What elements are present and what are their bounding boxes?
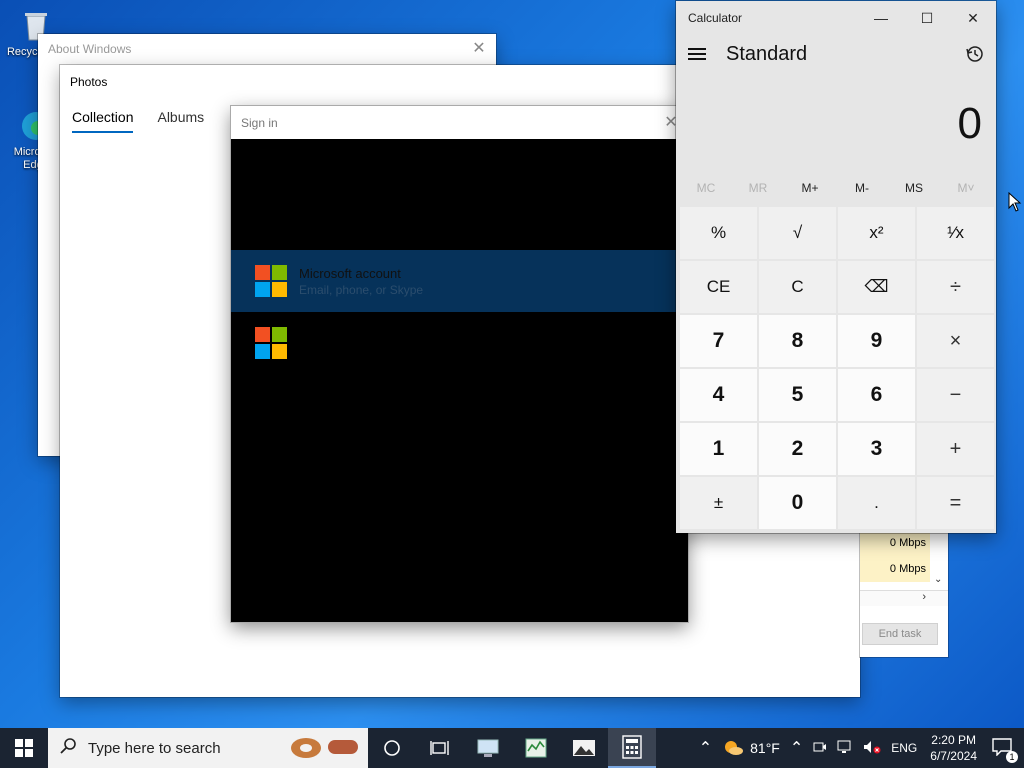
about-windows-titlebar[interactable]: About Windows: [38, 34, 496, 64]
clock[interactable]: 2:20 PM 6/7/2024: [930, 732, 977, 764]
signin-titlebar[interactable]: Sign in: [231, 106, 688, 139]
weather-widget[interactable]: 81°F: [722, 738, 780, 758]
calculator-mode-title: Standard: [726, 43, 808, 65]
digit-5-key[interactable]: 5: [759, 369, 836, 421]
chevron-right-icon[interactable]: ›: [922, 591, 926, 603]
minimize-icon[interactable]: —: [858, 5, 904, 31]
memory-button-m[interactable]: M+: [784, 181, 836, 195]
window-title: Photos: [70, 75, 108, 89]
decimal-key[interactable]: .: [838, 477, 915, 529]
network-cell: 0 Mbps: [860, 556, 930, 582]
clock-date: 6/7/2024: [930, 749, 977, 763]
memory-button-ms[interactable]: MS: [888, 181, 940, 195]
history-icon[interactable]: [964, 43, 986, 65]
window-title: About Windows: [48, 42, 132, 56]
language-indicator[interactable]: ENG: [891, 741, 917, 755]
calculator-icon: [622, 735, 642, 759]
horizontal-scrollbar[interactable]: ›: [860, 590, 948, 606]
end-task-button[interactable]: End task: [862, 623, 938, 645]
memory-button-m[interactable]: M-: [836, 181, 888, 195]
notification-center-button[interactable]: 1: [992, 737, 1018, 763]
tab-albums[interactable]: Albums: [157, 109, 204, 133]
taskbar-app-calculator[interactable]: [608, 728, 656, 768]
memory-button-mc[interactable]: MC: [680, 181, 732, 195]
network-icon[interactable]: [837, 740, 853, 757]
signin-dialog[interactable]: Sign in ✕ Microsoft account Email, phone…: [231, 106, 688, 622]
hamburger-menu-icon[interactable]: [688, 45, 706, 63]
task-view-button[interactable]: [416, 728, 464, 768]
chevron-down-icon[interactable]: ⌄: [934, 574, 942, 585]
digit-0-key[interactable]: 0: [759, 477, 836, 529]
taskbar-app-remote[interactable]: [464, 728, 512, 768]
digit-1-key[interactable]: 1: [680, 423, 757, 475]
microsoft-logo-icon: [255, 265, 287, 297]
weather-sun-icon: [725, 741, 744, 755]
taskbar-app-photos[interactable]: [560, 728, 608, 768]
digit-4-key[interactable]: 4: [680, 369, 757, 421]
digit-8-key[interactable]: 8: [759, 315, 836, 367]
clear-key[interactable]: C: [759, 261, 836, 313]
search-placeholder: Type here to search: [88, 739, 221, 757]
windows-logo-icon: [15, 739, 33, 757]
digit-3-key[interactable]: 3: [838, 423, 915, 475]
mouse-cursor-icon: [1008, 191, 1022, 217]
calculator-window[interactable]: Calculator — ☐ ✕ Standard 0 MC MR M+ M- MS M˅…: [676, 1, 996, 533]
volume-muted-icon[interactable]: [863, 740, 881, 757]
backspace-key[interactable]: ⌫: [838, 261, 915, 313]
maximize-icon[interactable]: ☐: [904, 5, 950, 31]
close-icon[interactable]: ✕: [950, 5, 996, 31]
chevron-up-icon[interactable]: ⌃: [699, 738, 712, 758]
clock-time: 2:20 PM: [931, 733, 976, 747]
percent-key[interactable]: %: [680, 207, 757, 259]
account-option-microsoft[interactable]: Microsoft account Email, phone, or Skype: [231, 250, 688, 312]
clear-entry-key[interactable]: CE: [680, 261, 757, 313]
network-cell: 0 Mbps: [860, 530, 930, 556]
calculator-display: 0: [957, 99, 982, 148]
task-manager-window[interactable]: 0 Mbps 0 Mbps ⌄ › End task: [860, 530, 948, 657]
remote-desktop-icon: [477, 739, 499, 757]
reciprocal-key[interactable]: ¹⁄x: [917, 207, 994, 259]
cortana-button[interactable]: [368, 728, 416, 768]
square-key[interactable]: x²: [838, 207, 915, 259]
close-icon[interactable]: ✕: [470, 40, 488, 58]
photos-icon: [573, 740, 595, 756]
cortana-icon: [384, 740, 400, 756]
digit-7-key[interactable]: 7: [680, 315, 757, 367]
taskbar-app-taskmgr[interactable]: [512, 728, 560, 768]
weather-temp: 81°F: [750, 740, 780, 756]
task-view-icon: [430, 741, 449, 755]
tab-collection[interactable]: Collection: [72, 109, 134, 133]
digit-2-key[interactable]: 2: [759, 423, 836, 475]
show-hidden-icons-icon[interactable]: ⌃: [790, 738, 803, 758]
subtract-key[interactable]: −: [917, 369, 994, 421]
memory-button-m[interactable]: M˅: [940, 181, 992, 195]
keypad: % √ x² ¹⁄x CE C ⌫ ÷ 7 8 9 × 4 5 6− 1 2 3 + ±0. =: [680, 207, 994, 529]
window-title: Calculator: [688, 11, 743, 25]
account-detail: Email, phone, or Skype: [299, 282, 424, 297]
memory-row: MC MR M+ M- MS M˅: [680, 181, 992, 195]
search-highlight-icon: [290, 736, 360, 764]
search-icon: [60, 737, 78, 759]
notification-count-badge: 1: [1006, 750, 1018, 763]
equals-key[interactable]: =: [917, 477, 994, 529]
multiply-key[interactable]: ×: [917, 315, 994, 367]
digit-6-key[interactable]: 6: [838, 369, 915, 421]
memory-button-mr[interactable]: MR: [732, 181, 784, 195]
system-tray: ⌃ 81°F ⌃ ENG 2:20 PM 6/7/2024 1: [694, 728, 1024, 768]
task-manager-icon: [525, 738, 547, 758]
account-option-2[interactable]: [231, 312, 688, 374]
webcam-icon[interactable]: [813, 740, 827, 757]
divide-key[interactable]: ÷: [917, 261, 994, 313]
taskbar-search-box[interactable]: Type here to search: [48, 728, 368, 768]
negate-key[interactable]: ±: [680, 477, 757, 529]
taskbar: Type here to search ⌃ 81°F ⌃ ENG 2:20 PM…: [0, 728, 1024, 768]
microsoft-logo-icon: [255, 327, 287, 359]
digit-9-key[interactable]: 9: [838, 315, 915, 367]
start-button[interactable]: [0, 728, 48, 768]
sqrt-key[interactable]: √: [759, 207, 836, 259]
photos-tab-bar: Collection Albums: [72, 109, 204, 133]
add-key[interactable]: +: [917, 423, 994, 475]
dialog-title: Sign in: [241, 115, 278, 130]
account-name: Microsoft account: [299, 265, 401, 281]
